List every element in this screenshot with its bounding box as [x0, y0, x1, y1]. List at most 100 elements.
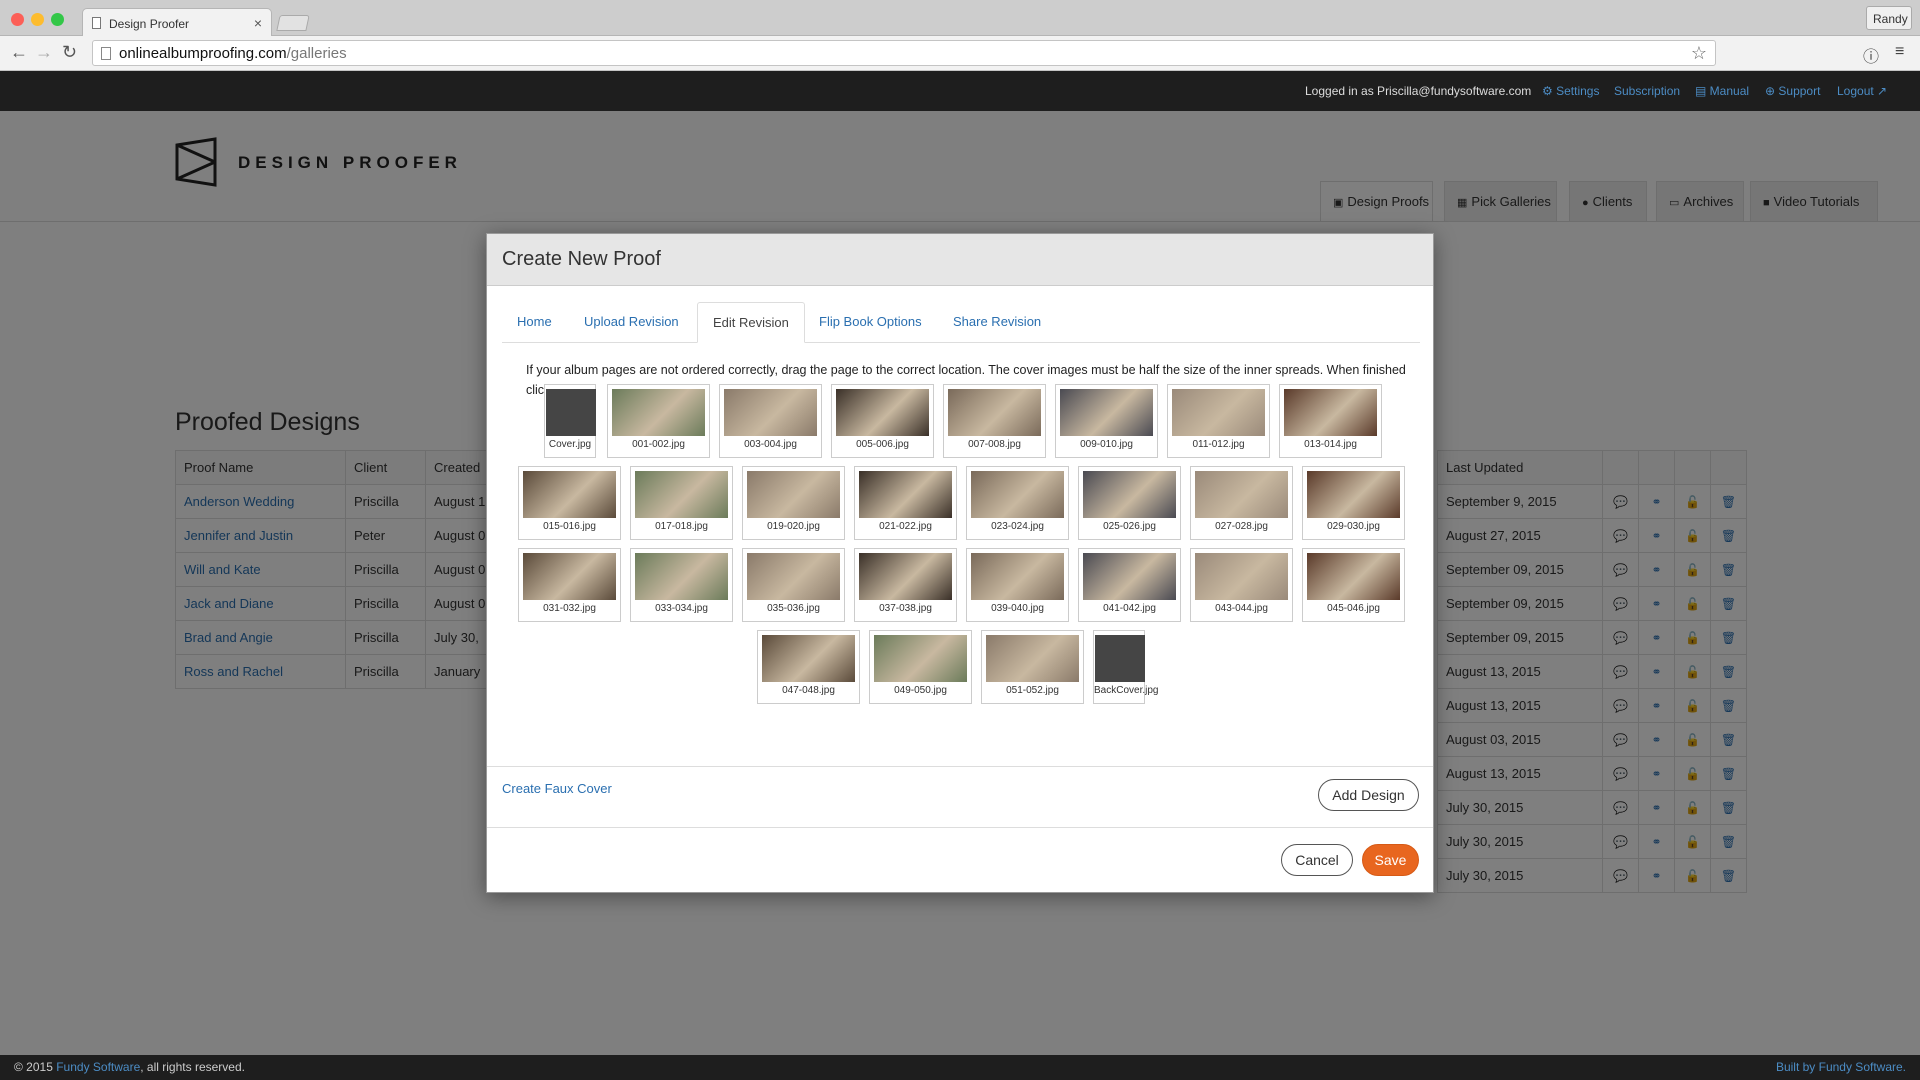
back-icon[interactable]: ← [10, 42, 28, 63]
page-thumbnail[interactable]: 007-008.jpg [943, 384, 1046, 458]
page-image [971, 471, 1064, 518]
page-thumbnail[interactable]: Cover.jpg [544, 384, 596, 458]
page-image [747, 471, 840, 518]
cancel-button[interactable]: Cancel [1281, 844, 1353, 876]
page-filename: 033-034.jpg [655, 603, 708, 614]
page-image [612, 389, 705, 436]
page-image [986, 635, 1079, 682]
page-thumbnail[interactable]: 009-010.jpg [1055, 384, 1158, 458]
create-faux-cover-link[interactable]: Create Faux Cover [502, 781, 612, 796]
page-thumbnail[interactable]: 027-028.jpg [1190, 466, 1293, 540]
modal-title: Create New Proof [487, 234, 1433, 286]
page-thumbnail[interactable]: 049-050.jpg [869, 630, 972, 704]
page-thumbnail[interactable]: 015-016.jpg [518, 466, 621, 540]
page-filename: 019-020.jpg [767, 521, 820, 532]
page-filename: 047-048.jpg [782, 685, 835, 696]
tab-edit-revision[interactable]: Edit Revision [697, 302, 805, 343]
page-thumbnail[interactable]: 031-032.jpg [518, 548, 621, 622]
page-filename: 017-018.jpg [655, 521, 708, 532]
tab-flip-book-options[interactable]: Flip Book Options [804, 302, 937, 343]
page-thumbnail[interactable]: 005-006.jpg [831, 384, 934, 458]
add-design-button[interactable]: Add Design [1318, 779, 1419, 811]
page-thumbnail[interactable]: 039-040.jpg [966, 548, 1069, 622]
page-thumbnail[interactable]: 023-024.jpg [966, 466, 1069, 540]
address-bar-area: ← → ↻ onlinealbumproofing.com/galleries … [0, 36, 1920, 71]
page-thumbnail[interactable]: 051-052.jpg [981, 630, 1084, 704]
page-thumbnail[interactable]: 017-018.jpg [630, 466, 733, 540]
page-thumbnail[interactable]: 021-022.jpg [854, 466, 957, 540]
page-image [523, 553, 616, 600]
tab-share-revision[interactable]: Share Revision [938, 302, 1056, 343]
page-filename: 045-046.jpg [1327, 603, 1380, 614]
page-image [874, 635, 967, 682]
page-thumbnail[interactable]: 025-026.jpg [1078, 466, 1181, 540]
page-thumbnail[interactable]: 013-014.jpg [1279, 384, 1382, 458]
manual-link[interactable]: ▤ Manual [1695, 84, 1749, 98]
page-thumbnail[interactable]: 019-020.jpg [742, 466, 845, 540]
footer: © 2015 Fundy Software, all rights reserv… [0, 1055, 1920, 1080]
support-link[interactable]: ⊕ Support [1765, 84, 1820, 98]
page-image [1307, 553, 1400, 600]
company-link[interactable]: Fundy Software [56, 1060, 140, 1074]
reload-icon[interactable]: ↻ [62, 42, 77, 63]
page-image [971, 553, 1064, 600]
login-status: Logged in as Priscilla@fundysoftware.com [1305, 84, 1532, 98]
page-image [1060, 389, 1153, 436]
modal-footer-divider [487, 827, 1433, 828]
built-by-link[interactable]: Built by Fundy Software. [1776, 1060, 1906, 1074]
page-thumbnail[interactable]: 003-004.jpg [719, 384, 822, 458]
page-filename: 009-010.jpg [1080, 439, 1133, 450]
page-thumbnail[interactable]: 035-036.jpg [742, 548, 845, 622]
close-window-icon[interactable] [11, 13, 24, 26]
page-thumbnail[interactable]: 011-012.jpg [1167, 384, 1270, 458]
page-filename: 029-030.jpg [1327, 521, 1380, 532]
page-filename: BackCover.jpg [1094, 685, 1159, 696]
url-input[interactable]: onlinealbumproofing.com/galleries ☆ [92, 40, 1716, 66]
maximize-window-icon[interactable] [51, 13, 64, 26]
subscription-link[interactable]: Subscription [1614, 84, 1680, 98]
page-filename: 001-002.jpg [632, 439, 685, 450]
page-thumbnail[interactable]: 001-002.jpg [607, 384, 710, 458]
page-thumbnail[interactable]: 037-038.jpg [854, 548, 957, 622]
page-thumbnail[interactable]: 045-046.jpg [1302, 548, 1405, 622]
settings-link[interactable]: ⚙ Settings [1542, 84, 1599, 98]
page-thumbnail[interactable]: 041-042.jpg [1078, 548, 1181, 622]
profile-button[interactable]: Randy [1866, 6, 1912, 30]
new-tab-button[interactable] [276, 15, 310, 31]
page-image [859, 553, 952, 600]
page-image [724, 389, 817, 436]
tab-close-icon[interactable]: × [254, 15, 262, 31]
browser-tab-bar: Design Proofer × Randy [0, 0, 1920, 37]
save-button[interactable]: Save [1362, 844, 1419, 876]
page-filename: 007-008.jpg [968, 439, 1021, 450]
browser-tab[interactable]: Design Proofer × [82, 8, 272, 37]
page-thumbnail[interactable]: 033-034.jpg [630, 548, 733, 622]
page-filename: 037-038.jpg [879, 603, 932, 614]
url-path: /galleries [286, 45, 347, 62]
minimize-window-icon[interactable] [31, 13, 44, 26]
page-image [1195, 471, 1288, 518]
page-image [1307, 471, 1400, 518]
support-link-label: Support [1778, 84, 1821, 98]
menu-icon[interactable]: ≡ [1895, 43, 1904, 61]
page-thumbnail[interactable]: 029-030.jpg [1302, 466, 1405, 540]
settings-link-label: Settings [1556, 84, 1600, 98]
page-thumbnail[interactable]: 047-048.jpg [757, 630, 860, 704]
page-thumbnail[interactable]: 043-044.jpg [1190, 548, 1293, 622]
page-filename: 023-024.jpg [991, 521, 1044, 532]
page-thumbnail[interactable]: BackCover.jpg [1093, 630, 1159, 704]
logout-link[interactable]: Logout ↗ [1837, 84, 1887, 98]
page-filename: 035-036.jpg [767, 603, 820, 614]
tab-upload-revision[interactable]: Upload Revision [569, 302, 694, 343]
page-image [635, 471, 728, 518]
page-filename: 025-026.jpg [1103, 521, 1156, 532]
copyright-prefix: © 2015 [14, 1060, 57, 1074]
page-icon [92, 17, 101, 29]
bookmark-star-icon[interactable]: ☆ [1691, 43, 1707, 64]
page-filename: 043-044.jpg [1215, 603, 1268, 614]
forward-icon[interactable]: → [35, 42, 53, 63]
info-icon[interactable]: ⓘ [1863, 43, 1879, 67]
document-icon [101, 47, 111, 60]
app-top-bar: Logged in as Priscilla@fundysoftware.com… [0, 71, 1920, 111]
tab-home[interactable]: Home [502, 302, 567, 343]
